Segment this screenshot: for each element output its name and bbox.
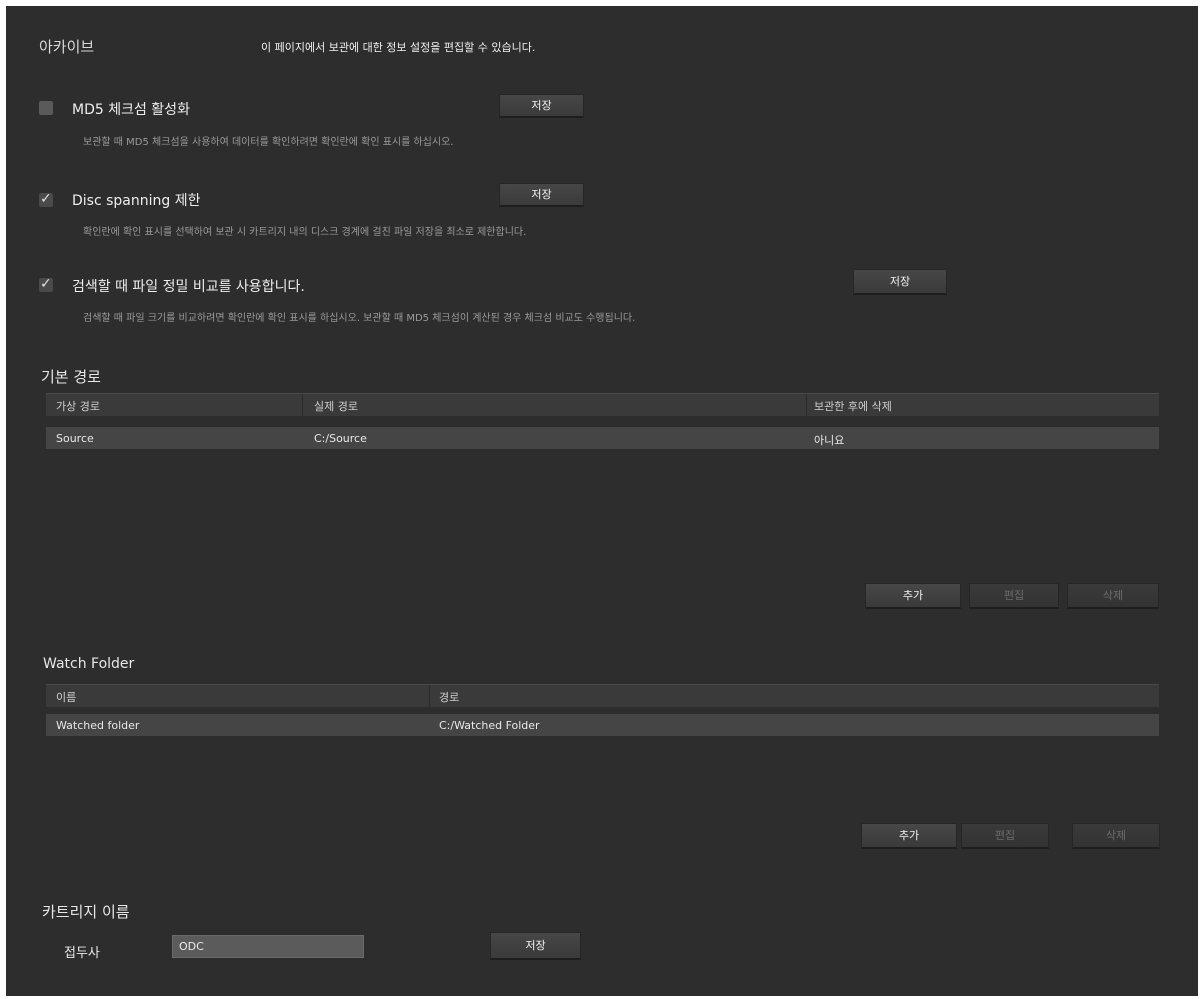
column-header-virtual-path[interactable]: 가상 경로 <box>56 398 100 414</box>
watch-folder-table: 이름 경로 Watched folder C:/Watched Folder <box>46 684 1159 744</box>
archive-settings-panel: 아카이브 이 페이지에서 보관에 대한 정보 설정을 편집할 수 있습니다. M… <box>6 6 1198 996</box>
column-header-real-path[interactable]: 실제 경로 <box>314 398 358 414</box>
base-path-edit-button[interactable]: 편집 <box>969 583 1059 609</box>
cell-delete-after-archive: 아니요 <box>814 434 845 447</box>
table-header: 이름 경로 <box>46 684 1159 707</box>
table-row[interactable]: Watched folder C:/Watched Folder <box>46 714 1159 736</box>
disc-spanning-save-button[interactable]: 저장 <box>499 183 584 207</box>
column-header-name[interactable]: 이름 <box>56 689 76 705</box>
cartridge-name-title: 카트리지 이름 <box>42 903 130 921</box>
watch-folder-delete-button[interactable]: 삭제 <box>1072 823 1160 849</box>
column-divider <box>302 394 303 416</box>
md5-checksum-checkbox[interactable] <box>39 101 53 115</box>
table-header: 가상 경로 실제 경로 보관한 후에 삭제 <box>46 393 1159 416</box>
md5-checksum-description: 보관할 때 MD5 체크섬을 사용하여 데이터를 확인하려면 확인란에 확인 표… <box>83 137 454 148</box>
column-divider <box>806 394 807 416</box>
page-title: 아카이브 <box>39 38 95 56</box>
base-path-delete-button[interactable]: 삭제 <box>1067 583 1159 609</box>
disc-spanning-label: Disc spanning 제한 <box>72 193 201 209</box>
base-path-table: 가상 경로 실제 경로 보관한 후에 삭제 Source C:/Source 아… <box>46 393 1159 453</box>
disc-spanning-checkbox[interactable]: ✓ <box>39 191 53 207</box>
watch-folder-title: Watch Folder <box>43 656 135 672</box>
md5-checksum-label: MD5 체크섬 활성화 <box>72 102 190 118</box>
cell-real-path: C:/Source <box>314 432 367 445</box>
disc-spanning-description: 확인란에 확인 표시를 선택하여 보관 시 카트리지 내의 디스크 경계에 걸친… <box>83 227 527 238</box>
precise-compare-label: 검색할 때 파일 정밀 비교를 사용합니다. <box>72 279 305 295</box>
watch-folder-edit-button[interactable]: 편집 <box>961 823 1049 849</box>
checkmark-icon: ✓ <box>40 276 52 292</box>
precise-compare-description: 검색할 때 파일 크기를 비교하려면 확인란에 확인 표시를 하십시오. 보관할… <box>83 313 636 324</box>
cell-name: Watched folder <box>56 719 140 732</box>
base-path-title: 기본 경로 <box>41 368 101 386</box>
watch-folder-add-button[interactable]: 추가 <box>861 823 957 849</box>
prefix-input[interactable] <box>172 935 364 958</box>
precise-compare-save-button[interactable]: 저장 <box>853 269 947 295</box>
column-header-delete-after-archive[interactable]: 보관한 후에 삭제 <box>814 398 892 414</box>
prefix-label: 접두사 <box>64 946 100 961</box>
column-divider <box>429 685 430 707</box>
column-header-path[interactable]: 경로 <box>439 689 459 705</box>
base-path-add-button[interactable]: 추가 <box>865 583 961 609</box>
precise-compare-checkbox[interactable]: ✓ <box>39 276 53 292</box>
cell-virtual-path: Source <box>56 432 94 445</box>
md5-save-button[interactable]: 저장 <box>499 94 584 118</box>
table-row[interactable]: Source C:/Source 아니요 <box>46 427 1159 449</box>
cartridge-save-button[interactable]: 저장 <box>490 932 581 960</box>
page-description: 이 페이지에서 보관에 대한 정보 설정을 편집할 수 있습니다. <box>261 41 536 54</box>
cell-path: C:/Watched Folder <box>439 719 540 732</box>
checkmark-icon: ✓ <box>40 191 52 207</box>
